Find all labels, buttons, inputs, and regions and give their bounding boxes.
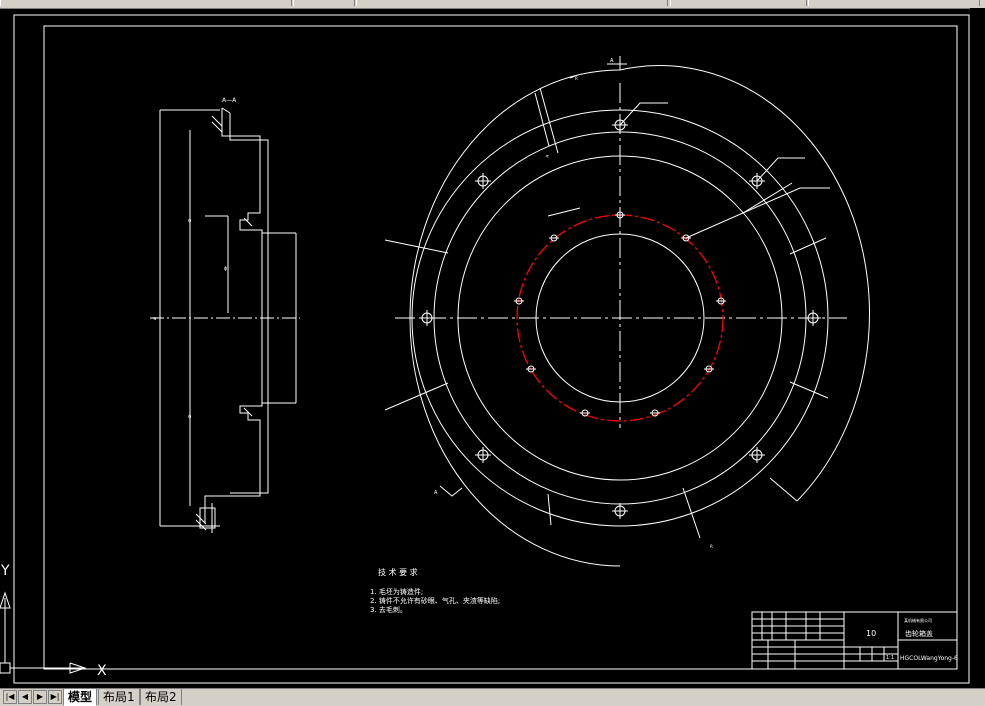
svg-text:A: A — [434, 490, 438, 496]
tab-model[interactable]: 模型 — [63, 689, 98, 706]
plan-view: A A R R R — [384, 56, 870, 567]
title-block-company: 某机械有限公司 — [904, 617, 932, 623]
tech-requirements-title: 技 术 要 求 — [378, 567, 418, 577]
first-tab-icon[interactable]: |◀ — [3, 690, 17, 704]
vertical-scrollbar[interactable] — [970, 8, 985, 688]
toolbar-segment[interactable] — [356, 0, 668, 6]
svg-text:⌀: ⌀ — [152, 317, 158, 320]
tab-layout2[interactable]: 布局2 — [140, 689, 182, 705]
svg-text:R: R — [710, 544, 713, 549]
sheet-inner-border — [43, 25, 958, 670]
title-block-drawing-no: HGCOLWangYong-6 — [900, 655, 958, 662]
section-view-title: A—A — [222, 97, 237, 104]
svg-text:R: R — [575, 76, 578, 81]
svg-text:ϕ: ϕ — [188, 218, 192, 224]
svg-text:R: R — [545, 153, 551, 158]
tech-requirement-item: 2. 铸件不允许有砂眼、气孔、夹渣等缺陷; — [370, 596, 500, 605]
svg-text:ϕ: ϕ — [188, 414, 192, 420]
tech-requirement-item: 3. 去毛刺。 — [370, 605, 407, 614]
section-view: A—A ⌀ ϕ ϕ ϕ — [150, 97, 300, 533]
ucs-icon — [0, 591, 87, 674]
ucs-y-label: Y — [0, 563, 10, 579]
title-block-quantity: 10 — [866, 629, 876, 638]
toolbar-segment[interactable] — [670, 0, 807, 6]
ucs-x-label: X — [97, 663, 107, 679]
prev-tab-icon[interactable]: ◀ — [18, 690, 32, 704]
tab-layout1[interactable]: 布局1 — [98, 689, 140, 705]
title-block-part-name: 齿轮箱盖 — [905, 629, 933, 638]
next-tab-icon[interactable]: ▶ — [33, 690, 47, 704]
tech-requirements: 技 术 要 求 1. 毛坯为铸造件; 2. 铸件不允许有砂眼、气孔、夹渣等缺陷;… — [370, 567, 500, 614]
layout-tab-bar: |◀ ◀ ▶ ▶| 模型 布局1 布局2 — [0, 688, 985, 706]
last-tab-icon[interactable]: ▶| — [48, 690, 62, 704]
drawing-canvas[interactable]: A—A ⌀ ϕ ϕ ϕ A A R R R 技 术 要 求 1. 毛坯为铸造件;… — [0, 8, 985, 688]
svg-text:ϕ: ϕ — [224, 266, 228, 272]
tech-requirement-item: 1. 毛坯为铸造件; — [370, 587, 423, 596]
title-block-scale: 1:1 — [886, 655, 894, 661]
toolbar-segment[interactable] — [808, 0, 980, 6]
toolbar-segment[interactable] — [0, 0, 292, 6]
section-mark-top: A — [610, 58, 614, 64]
toolbar-segment[interactable] — [293, 0, 355, 6]
